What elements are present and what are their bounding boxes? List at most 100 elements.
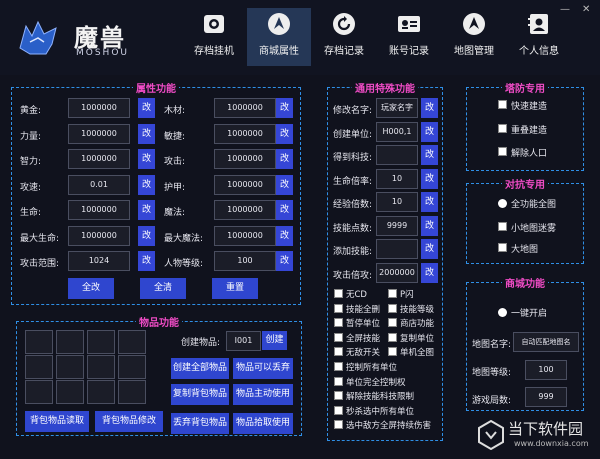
special-checkbox[interactable] <box>334 303 343 313</box>
special-change-button[interactable]: 改 <box>421 192 438 212</box>
games-input[interactable]: 999 <box>525 387 567 407</box>
attr-input[interactable]: 1000000 <box>68 123 130 144</box>
attr-change-button[interactable]: 改 <box>276 149 293 169</box>
special-input[interactable]: 10 <box>376 168 418 189</box>
clear-all-button[interactable]: 全清 <box>140 278 186 299</box>
special-checkbox[interactable] <box>388 303 397 313</box>
inventory-slot[interactable] <box>87 330 115 354</box>
attr-input[interactable]: 100 <box>214 251 276 271</box>
inventory-slot[interactable] <box>56 355 84 379</box>
map-level-input[interactable]: 100 <box>525 360 567 380</box>
attr-input[interactable]: 1024 <box>68 251 130 271</box>
special-input[interactable]: H000,1 <box>376 121 418 142</box>
special-checkbox[interactable] <box>334 420 343 429</box>
items-active-use-button[interactable]: 物品主动使用 <box>233 384 293 405</box>
change-all-button[interactable]: 全改 <box>68 278 114 299</box>
big-map-checkbox[interactable] <box>498 243 507 252</box>
special-checkbox[interactable] <box>334 362 343 371</box>
attr-change-button[interactable]: 改 <box>276 200 293 220</box>
copy-bag-items-button[interactable]: 复制背包物品 <box>171 384 229 405</box>
inventory-slot[interactable] <box>87 355 115 379</box>
attr-change-button[interactable]: 改 <box>276 98 293 118</box>
overlap-build-checkbox[interactable] <box>498 124 507 133</box>
inventory-slot[interactable] <box>56 380 84 404</box>
attr-input[interactable]: 1000000 <box>214 174 276 195</box>
full-map-radio[interactable] <box>498 199 507 208</box>
attr-change-button[interactable]: 改 <box>138 200 155 220</box>
special-checkbox[interactable] <box>388 289 397 298</box>
minimize-button[interactable]: — <box>560 4 570 15</box>
attr-change-button[interactable]: 改 <box>138 123 155 144</box>
special-input[interactable]: 玩家名字 <box>376 98 418 118</box>
nav-tab-save-hook[interactable]: 存档挂机 <box>182 8 246 66</box>
special-checkbox[interactable] <box>388 347 397 356</box>
attr-change-button[interactable]: 改 <box>276 123 293 144</box>
special-input[interactable] <box>376 239 418 259</box>
special-checkbox[interactable] <box>334 405 343 415</box>
items-pickup-use-button[interactable]: 物品拾取使用 <box>233 413 293 434</box>
quick-build-checkbox[interactable] <box>498 100 507 109</box>
inventory-slot[interactable] <box>25 330 53 354</box>
attr-input[interactable]: 1000000 <box>214 98 276 118</box>
special-change-button[interactable]: 改 <box>421 145 438 165</box>
modify-bag-items-button[interactable]: 背包物品修改 <box>95 411 163 432</box>
special-change-button[interactable]: 改 <box>421 98 438 118</box>
attr-change-button[interactable]: 改 <box>276 174 293 195</box>
special-change-button[interactable]: 改 <box>421 168 438 189</box>
attr-change-button[interactable]: 改 <box>138 251 155 271</box>
nav-tab-profile[interactable]: 个人信息 <box>507 8 571 66</box>
attr-input[interactable]: 1000000 <box>214 200 276 220</box>
remove-population-checkbox[interactable] <box>498 147 507 156</box>
reset-button[interactable]: 重置 <box>212 278 258 299</box>
nav-tab-map-management[interactable]: 地图管理 <box>442 8 506 66</box>
attr-change-button[interactable]: 改 <box>138 174 155 195</box>
inventory-slot[interactable] <box>87 380 115 404</box>
items-droppable-button[interactable]: 物品可以丢弃 <box>233 358 293 379</box>
attr-input[interactable]: 1000000 <box>214 225 276 246</box>
attr-input[interactable]: 0.01 <box>68 174 130 195</box>
inventory-slot[interactable] <box>25 355 53 379</box>
nav-tab-save-records[interactable]: 存档记录 <box>312 8 376 66</box>
inventory-slot[interactable] <box>56 330 84 354</box>
drop-bag-items-button[interactable]: 丢弃背包物品 <box>171 413 229 434</box>
special-input[interactable]: 2000000 <box>376 262 418 283</box>
special-change-button[interactable]: 改 <box>421 121 438 142</box>
special-checkbox[interactable] <box>334 318 343 327</box>
one-click-radio[interactable] <box>498 308 507 317</box>
special-input[interactable]: 10 <box>376 192 418 212</box>
nav-tab-account-records[interactable]: 账号记录 <box>377 8 441 66</box>
attr-input[interactable]: 1000000 <box>68 149 130 169</box>
close-button[interactable]: ✕ <box>582 4 590 15</box>
special-checkbox[interactable] <box>388 332 397 342</box>
create-item-button[interactable]: 创建 <box>262 331 287 350</box>
attr-change-button[interactable]: 改 <box>276 225 293 246</box>
inventory-slot[interactable] <box>25 380 53 404</box>
special-checkbox[interactable] <box>334 289 343 298</box>
special-change-button[interactable]: 改 <box>421 262 438 283</box>
attr-input[interactable]: 1000000 <box>214 149 276 169</box>
read-bag-items-button[interactable]: 背包物品读取 <box>25 411 89 432</box>
attr-change-button[interactable]: 改 <box>138 149 155 169</box>
special-change-button[interactable]: 改 <box>421 215 438 236</box>
create-all-items-button[interactable]: 创建全部物品 <box>171 358 229 379</box>
special-change-button[interactable]: 改 <box>421 239 438 259</box>
special-checkbox[interactable] <box>334 391 343 400</box>
special-checkbox[interactable] <box>388 318 397 327</box>
inventory-slot[interactable] <box>118 330 146 354</box>
inventory-slot[interactable] <box>118 355 146 379</box>
map-name-input[interactable]: 自动匹配地图名 <box>513 332 579 352</box>
special-checkbox[interactable] <box>334 347 343 356</box>
special-input[interactable] <box>376 145 418 165</box>
special-checkbox[interactable] <box>334 376 343 386</box>
special-checkbox[interactable] <box>334 332 343 342</box>
attr-change-button[interactable]: 改 <box>276 251 293 271</box>
minimap-fog-checkbox[interactable] <box>498 222 507 231</box>
attr-change-button[interactable]: 改 <box>138 225 155 246</box>
special-input[interactable]: 9999 <box>376 215 418 236</box>
attr-input[interactable]: 1000000 <box>68 200 130 220</box>
nav-tab-shop-attributes[interactable]: 商城属性 <box>247 8 311 66</box>
attr-input[interactable]: 1000000 <box>68 98 130 118</box>
attr-change-button[interactable]: 改 <box>138 98 155 118</box>
attr-input[interactable]: 1000000 <box>214 123 276 144</box>
attr-input[interactable]: 1000000 <box>68 225 130 246</box>
